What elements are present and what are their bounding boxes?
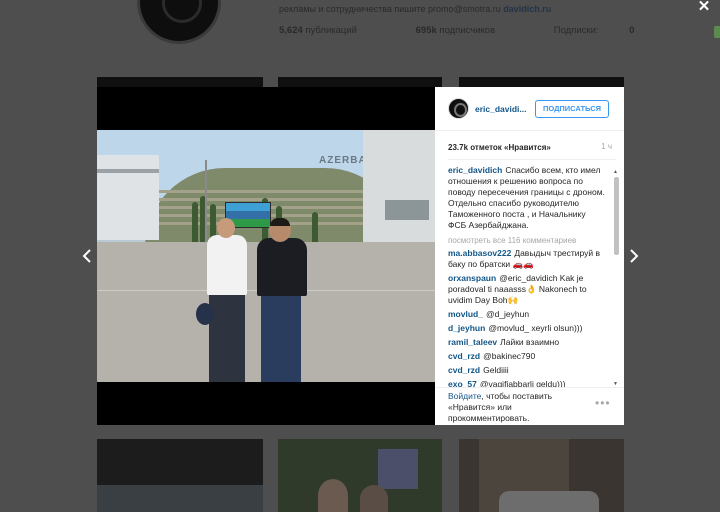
comments-list[interactable]: eric_davidich Спасибо всем, кто имел отно… bbox=[448, 159, 616, 387]
photo-building-left bbox=[97, 155, 159, 240]
photo-flagpole bbox=[205, 160, 207, 242]
photo-person-officer bbox=[207, 235, 247, 295]
post-caption: eric_davidich Спасибо всем, кто имел отно… bbox=[448, 165, 606, 231]
stat-following[interactable]: Подписки: 0 bbox=[554, 25, 635, 36]
comment-username[interactable]: exo_57 bbox=[448, 379, 477, 387]
profile-avatar bbox=[137, 0, 221, 44]
post-media[interactable]: AZERBAIJA bbox=[97, 87, 435, 425]
grid-tile[interactable] bbox=[278, 439, 442, 512]
login-link[interactable]: Войдите bbox=[448, 391, 481, 401]
comment: ramil_taleev Лайки взаимно bbox=[448, 337, 606, 348]
comment: movlud_ @d_jeyhun bbox=[448, 309, 606, 320]
comment-text: @movlud_ xeyrli olsun))) bbox=[488, 323, 583, 333]
chevron-right-icon[interactable] bbox=[626, 244, 642, 268]
stat-posts[interactable]: 5,624 публикаций bbox=[279, 25, 385, 36]
comment-username[interactable]: cvd_rzd bbox=[448, 351, 480, 361]
extension-badge bbox=[714, 26, 720, 38]
profile-website-link[interactable]: davidich.ru bbox=[503, 4, 551, 14]
comment-username[interactable]: cvd_rzd bbox=[448, 365, 480, 375]
comment-text: @vagifjabbarli geldu))) bbox=[479, 379, 566, 387]
grid-tile[interactable] bbox=[97, 77, 263, 87]
post-footer: Войдите, чтобы поставить «Нравится» или … bbox=[435, 387, 624, 425]
post-header: eric_davidi... ПОДПИСАТЬСЯ bbox=[435, 87, 624, 131]
grid-tile[interactable] bbox=[97, 439, 263, 512]
comment-text: @bakinec790 bbox=[483, 351, 536, 361]
comment-text: Geldiiii bbox=[483, 365, 509, 375]
profile-contact-text: рекламы и сотрудничества пишите promo@sm… bbox=[279, 4, 501, 14]
comment: exo_57 @vagifjabbarli geldu))) bbox=[448, 379, 606, 387]
follow-button[interactable]: ПОДПИСАТЬСЯ bbox=[535, 100, 609, 118]
comment-text: @d_jeyhun bbox=[485, 309, 530, 319]
grid-tile[interactable] bbox=[278, 77, 442, 87]
post-sidebar: eric_davidi... ПОДПИСАТЬСЯ 23.7k отметок… bbox=[435, 87, 624, 425]
more-options-icon[interactable]: ••• bbox=[595, 396, 611, 410]
likes-row: 23.7k отметок «Нравится» 1 ч bbox=[448, 142, 612, 154]
login-prompt: Войдите, чтобы поставить «Нравится» или … bbox=[448, 391, 588, 424]
comments-scrollbar[interactable]: ▲ ▼ bbox=[613, 169, 620, 387]
author-avatar[interactable] bbox=[448, 98, 469, 119]
comment: d_jeyhun @movlud_ xeyrli olsun))) bbox=[448, 323, 606, 334]
chevron-left-icon[interactable] bbox=[79, 244, 95, 268]
comment-username[interactable]: ramil_taleev bbox=[448, 337, 497, 347]
comment-username[interactable]: eric_davidich bbox=[448, 165, 502, 175]
comment-username[interactable]: movlud_ bbox=[448, 309, 483, 319]
photo-building-right bbox=[363, 130, 435, 260]
comment-username[interactable]: ma.abbasov222 bbox=[448, 248, 511, 258]
profile-stats: 5,624 публикаций 695k подписчиков Подпис… bbox=[279, 25, 662, 36]
grid-tile[interactable] bbox=[459, 439, 624, 512]
post-age[interactable]: 1 ч bbox=[601, 142, 612, 151]
comment: ma.abbasov222 Давыдыч трестируй в баку по… bbox=[448, 248, 606, 270]
scrollbar-thumb[interactable] bbox=[614, 177, 619, 255]
stat-followers[interactable]: 695k подписчиков bbox=[416, 25, 524, 36]
photo-person-author bbox=[257, 238, 307, 296]
author-username[interactable]: eric_davidi... bbox=[475, 104, 527, 114]
comment-text: Лайки взаимно bbox=[500, 337, 560, 347]
profile-bio: рекламы и сотрудничества пишите promo@sm… bbox=[279, 4, 551, 14]
comment: cvd_rzd @bakinec790 bbox=[448, 351, 606, 362]
likes-count[interactable]: 23.7k отметок «Нравится» bbox=[448, 143, 551, 152]
comment-username[interactable]: orxanspaun bbox=[448, 273, 496, 283]
close-icon[interactable]: ✕ bbox=[697, 0, 711, 14]
scroll-up-arrow-icon[interactable]: ▲ bbox=[613, 169, 618, 175]
view-all-comments-link[interactable]: посмотреть все 116 комментариев bbox=[448, 236, 616, 245]
post-photo: AZERBAIJA bbox=[97, 130, 435, 382]
comment-username[interactable]: d_jeyhun bbox=[448, 323, 485, 333]
comment: orxanspaun @eric_davidich Kak je poradova… bbox=[448, 273, 606, 306]
comment: cvd_rzd Geldiiii bbox=[448, 365, 606, 376]
grid-tile[interactable] bbox=[459, 77, 624, 87]
